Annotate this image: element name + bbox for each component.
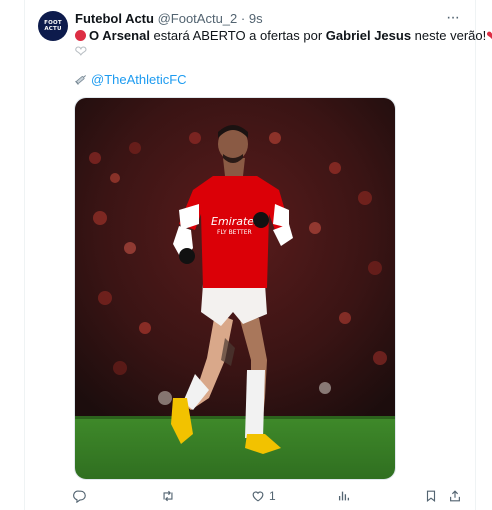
text-end: neste verão! xyxy=(411,28,487,43)
white-heart-icon: ❤ xyxy=(75,43,88,60)
syringe-icon xyxy=(75,75,87,85)
right-glove xyxy=(253,212,269,228)
views-button[interactable] xyxy=(337,489,355,503)
red-circle-icon xyxy=(75,30,86,41)
red-heart-icon: ❤ xyxy=(486,28,492,43)
tweet-source-line: @TheAthleticFC xyxy=(75,71,187,88)
like-icon xyxy=(252,491,264,502)
tweet-text-line-2: ❤ xyxy=(75,43,88,60)
retweet-button[interactable] xyxy=(161,489,179,503)
reply-button[interactable] xyxy=(73,489,91,503)
tweet-time[interactable]: 9s xyxy=(249,11,263,26)
player-photo: Emirates FLY BETTER xyxy=(75,98,395,479)
left-glove xyxy=(179,248,195,264)
text-arsenal: O Arsenal xyxy=(89,28,150,43)
share-icon xyxy=(450,490,460,502)
jersey-sponsor-bottom: FLY BETTER xyxy=(217,229,252,236)
tweet-image[interactable]: Emirates FLY BETTER xyxy=(74,97,396,480)
tweet-header: Futebol Actu @FootActu_2 · 9s xyxy=(75,11,263,26)
bookmark-icon xyxy=(426,490,436,502)
text-middle: estará ABERTO a ofertas por xyxy=(149,28,326,43)
tweet-text-line-1: O Arsenal estará ABERTO a ofertas por Ga… xyxy=(75,27,492,44)
author-name[interactable]: Futebol Actu xyxy=(75,11,154,26)
views-icon xyxy=(338,491,350,501)
author-handle[interactable]: @FootActu_2 xyxy=(158,11,238,26)
like-button[interactable]: 1 xyxy=(251,489,276,503)
text-gabriel-jesus: Gabriel Jesus xyxy=(325,28,412,43)
bookmark-button[interactable] xyxy=(424,489,438,503)
retweet-icon xyxy=(163,490,173,502)
separator: · xyxy=(240,11,246,26)
tweet-actions: 1 xyxy=(0,489,492,505)
like-count: 1 xyxy=(269,489,276,503)
avatar[interactable]: FOOT ACTU xyxy=(38,11,68,41)
source-mention-link[interactable]: @TheAthleticFC xyxy=(91,72,187,87)
more-icon[interactable]: ··· xyxy=(446,9,460,27)
jersey-sponsor-top: Emirates xyxy=(211,215,260,228)
share-button[interactable] xyxy=(448,489,462,503)
reply-icon xyxy=(73,490,86,503)
avatar-text-bottom: ACTU xyxy=(44,26,62,32)
